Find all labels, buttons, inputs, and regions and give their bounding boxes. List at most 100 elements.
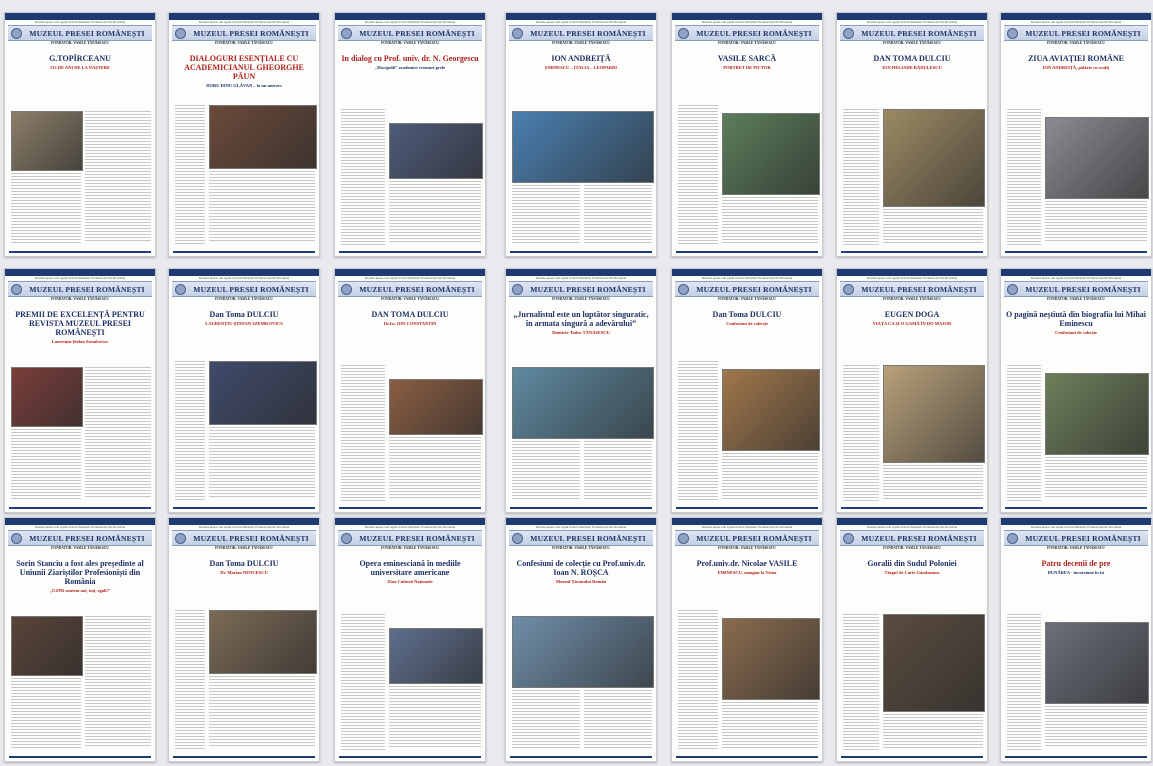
- page-subheadline: Laurențiu-Ștefan Szemkovics: [51, 339, 109, 344]
- magazine-page-thumbnail[interactable]: Revista apare sub egida Uniunii Ziariști…: [168, 517, 320, 762]
- magazine-page-thumbnail[interactable]: Revista apare sub egida Uniunii Ziariști…: [836, 517, 988, 762]
- magazine-page-thumbnail[interactable]: Revista apare sub egida Uniunii Ziariști…: [671, 268, 823, 513]
- page-masthead-banner: MUZEUL PRESEI ROMÂNEȘTI: [172, 530, 316, 546]
- page-masthead-banner: MUZEUL PRESEI ROMÂNEȘTI: [172, 25, 316, 41]
- page-headline: ION ANDREIȚĂ: [551, 54, 611, 63]
- page-top-bar: [1001, 269, 1151, 276]
- page-photo: [389, 628, 483, 684]
- page-top-bar: [506, 518, 656, 525]
- page-text-column: [1045, 201, 1147, 243]
- page-text-column: [678, 610, 718, 750]
- magazine-page-thumbnail[interactable]: Revista apare sub egida Uniunii Ziariști…: [836, 268, 988, 513]
- page-text-column: [175, 610, 205, 750]
- page-masthead-banner: MUZEUL PRESEI ROMÂNEȘTI: [1004, 25, 1148, 41]
- page-text-column: [843, 614, 879, 750]
- page-headline: PREMII DE EXCELENȚĂ PENTRU REVISTA MUZEU…: [15, 310, 145, 337]
- page-text-column: [1045, 457, 1147, 499]
- page-photo: [209, 610, 317, 674]
- page-photo: [512, 616, 654, 688]
- page-subheadline: Dr.Ist. ION CONSTANTIN: [383, 321, 437, 326]
- page-editor-line: FONDATOR: VASILE TĂNĂSESCU: [552, 41, 610, 45]
- page-masthead-banner: MUZEUL PRESEI ROMÂNEȘTI: [338, 25, 482, 41]
- page-masthead-banner: MUZEUL PRESEI ROMÂNEȘTI: [1004, 281, 1148, 297]
- page-headline: EUGEN DOGA: [884, 310, 940, 319]
- page-headline: G.TOPÎRCEANU: [49, 54, 111, 63]
- page-subheadline: „UZPR suntem noi, toți, egali!”: [49, 588, 111, 593]
- page-headline: Dan Toma DULCIU: [209, 310, 279, 319]
- magazine-page-thumbnail[interactable]: Revista apare sub egida Uniunii Ziariști…: [334, 517, 486, 762]
- magazine-page-thumbnail[interactable]: Revista apare sub egida Uniunii Ziariști…: [4, 268, 156, 513]
- page-masthead-banner: MUZEUL PRESEI ROMÂNEȘTI: [338, 530, 482, 546]
- page-headline: Dan Toma DULCIU: [209, 559, 279, 568]
- page-headline: DAN TOMA DULCIU: [873, 54, 951, 63]
- page-editor-line: FONDATOR: VASILE TĂNĂSESCU: [381, 297, 439, 301]
- page-photo: [1045, 117, 1149, 199]
- page-editor-line: FONDATOR: VASILE TĂNĂSESCU: [215, 297, 273, 301]
- page-footer-bar: [339, 756, 481, 758]
- page-subheadline: Confesiuni de colecție: [1055, 330, 1097, 335]
- magazine-page-thumbnail[interactable]: Revista apare sub egida Uniunii Ziariști…: [1000, 268, 1152, 513]
- page-editor-line: FONDATOR: VASILE TĂNĂSESCU: [215, 546, 273, 550]
- page-headline: DIALOGURI ESENȚIALE CU ACADEMICIANUL GHE…: [184, 54, 304, 81]
- page-top-bar: [672, 518, 822, 525]
- page-masthead-banner: MUZEUL PRESEI ROMÂNEȘTI: [840, 281, 984, 297]
- page-masthead-banner: MUZEUL PRESEI ROMÂNEȘTI: [840, 530, 984, 546]
- page-editor-line: FONDATOR: VASILE TĂNĂSESCU: [215, 41, 273, 45]
- page-text-column: [209, 676, 315, 748]
- page-text-column: [1007, 109, 1041, 245]
- page-photo: [512, 111, 654, 183]
- magazine-page-thumbnail[interactable]: Revista apare sub egida Uniunii Ziariști…: [4, 517, 156, 762]
- magazine-logo-icon: [512, 27, 523, 39]
- page-masthead: MUZEUL PRESEI ROMÂNEȘTI: [193, 28, 309, 38]
- page-text-column: [843, 365, 879, 501]
- magazine-page-thumbnail[interactable]: Revista apare sub egida Uniunii Ziariști…: [334, 12, 486, 257]
- magazine-page-thumbnail[interactable]: Revista apare sub egida Uniunii Ziariști…: [334, 268, 486, 513]
- page-masthead-banner: MUZEUL PRESEI ROMÂNEȘTI: [8, 530, 152, 546]
- page-editor-line: FONDATOR: VASILE TĂNĂSESCU: [51, 41, 109, 45]
- page-text-column: [883, 714, 983, 748]
- magazine-page-thumbnail[interactable]: Revista apare sub egida Uniunii Ziariști…: [505, 517, 657, 762]
- magazine-page-thumbnail[interactable]: Revista apare sub egida Uniunii Ziariști…: [168, 268, 320, 513]
- magazine-logo-icon: [175, 532, 186, 544]
- page-text-column: [85, 616, 151, 746]
- magazine-page-thumbnail[interactable]: Revista apare sub egida Uniunii Ziariști…: [168, 12, 320, 257]
- page-text-column: [843, 109, 879, 245]
- page-text-column: [678, 105, 718, 245]
- page-subheadline: „Discipolii” academici vremuri grele: [374, 65, 446, 70]
- page-top-bar: [672, 269, 822, 276]
- page-editor-line: FONDATOR: VASILE TĂNĂSESCU: [883, 546, 941, 550]
- magazine-page-thumbnail[interactable]: Revista apare sub egida Uniunii Ziariști…: [671, 12, 823, 257]
- magazine-page-thumbnail[interactable]: Revista apare sub egida Uniunii Ziariști…: [505, 12, 657, 257]
- page-text-column: [389, 686, 481, 748]
- magazine-page-thumbnail[interactable]: Revista apare sub egida Uniunii Ziariști…: [836, 12, 988, 257]
- page-photo: [883, 109, 985, 207]
- page-text-column: [722, 453, 818, 499]
- page-masthead: MUZEUL PRESEI ROMÂNEȘTI: [1025, 28, 1141, 38]
- magazine-page-thumbnail[interactable]: Revista apare sub egida Uniunii Ziariști…: [4, 12, 156, 257]
- page-top-bar: [506, 13, 656, 20]
- page-subheadline: Confesiuni de colecție: [726, 321, 768, 326]
- page-footer-bar: [339, 251, 481, 253]
- page-text-column: [722, 702, 818, 748]
- page-top-bar: [837, 518, 987, 525]
- magazine-page-thumbnail[interactable]: Revista apare sub egida Uniunii Ziariști…: [505, 268, 657, 513]
- page-photo: [11, 616, 83, 676]
- page-text-column: [722, 197, 818, 243]
- page-text-column: [389, 437, 481, 499]
- page-editor-line: FONDATOR: VASILE TĂNĂSESCU: [552, 546, 610, 550]
- magazine-logo-icon: [1007, 27, 1018, 39]
- magazine-page-thumbnail[interactable]: Revista apare sub egida Uniunii Ziariști…: [1000, 12, 1152, 257]
- page-masthead: MUZEUL PRESEI ROMÂNEȘTI: [193, 533, 309, 543]
- page-photo: [389, 123, 483, 179]
- magazine-logo-icon: [678, 532, 689, 544]
- magazine-page-thumbnail[interactable]: Revista apare sub egida Uniunii Ziariști…: [671, 517, 823, 762]
- magazine-logo-icon: [341, 283, 352, 295]
- page-editor-line: FONDATOR: VASILE TĂNĂSESCU: [51, 546, 109, 550]
- page-masthead-banner: MUZEUL PRESEI ROMÂNEȘTI: [675, 530, 819, 546]
- page-editor-line: FONDATOR: VASILE TĂNĂSESCU: [1047, 41, 1105, 45]
- magazine-logo-icon: [512, 532, 523, 544]
- page-masthead: MUZEUL PRESEI ROMÂNEȘTI: [530, 28, 646, 38]
- magazine-logo-icon: [175, 27, 186, 39]
- magazine-page-thumbnail[interactable]: Revista apare sub egida Uniunii Ziariști…: [1000, 517, 1152, 762]
- page-masthead-banner: MUZEUL PRESEI ROMÂNEȘTI: [8, 281, 152, 297]
